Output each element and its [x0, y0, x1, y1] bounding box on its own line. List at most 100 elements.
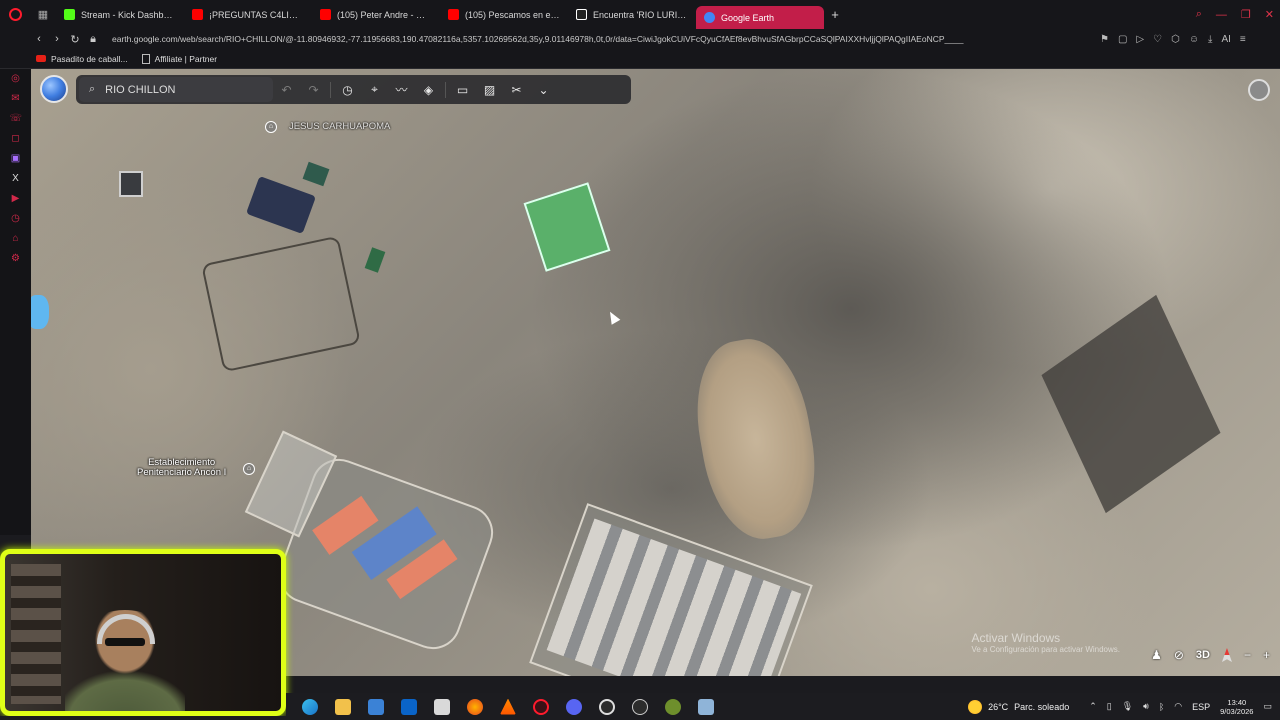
store-icon[interactable] — [368, 698, 384, 715]
3d-toggle-button[interactable]: 3D — [1196, 649, 1210, 661]
draw-path-icon[interactable]: 〰 — [388, 75, 415, 104]
image-capture-icon[interactable]: ▨ — [476, 75, 503, 104]
bookmark-label: Affiliate | Partner — [154, 53, 218, 64]
reload-icon[interactable]: ↻ — [66, 33, 84, 46]
snapshot-icon[interactable]: ▢ — [1118, 34, 1127, 45]
outlook-icon[interactable] — [401, 698, 417, 715]
chevron-up-icon[interactable]: ⌃ — [1089, 701, 1097, 712]
bookmark-affiliate[interactable]: Affiliate | Partner — [141, 53, 218, 64]
new-tab-button[interactable]: + — [824, 7, 846, 22]
whatsapp-icon[interactable]: ☏ — [10, 113, 23, 125]
location-disabled-icon[interactable]: ⊘ — [1174, 648, 1184, 662]
youtube-icon — [36, 55, 46, 62]
undo-icon[interactable]: ↶ — [273, 75, 300, 104]
address-bar-actions: ⚑ ▢ ▷ ♡ ⬡ ☺ ⤓ AI ≡ — [1100, 34, 1246, 45]
history-icon[interactable]: ◷ — [10, 213, 22, 225]
tab-tiktok-rio-lurin[interactable]: Encuentra 'RIO LURIN PE — [568, 0, 696, 29]
bluetooth-icon[interactable]: ᛒ — [1159, 702, 1164, 712]
play-icon[interactable]: ▷ — [1136, 34, 1144, 45]
owner-pin-icon[interactable]: ⌂ — [265, 121, 277, 133]
x-icon[interactable]: X — [10, 173, 22, 185]
zoom-out-button[interactable]: − — [1244, 648, 1251, 662]
minimize-icon[interactable]: — — [1216, 9, 1227, 21]
back-icon[interactable]: ‹ — [30, 33, 48, 45]
youtube-icon — [320, 9, 331, 20]
google-earth-icon — [704, 12, 715, 23]
bookmark-icon[interactable]: ⚑ — [1100, 34, 1109, 45]
forward-icon[interactable]: › — [48, 33, 66, 45]
discord-icon[interactable] — [566, 698, 582, 715]
microphone-icon[interactable]: 🎙︎ — [1122, 701, 1133, 712]
url-field[interactable]: earth.google.com/web/search/RIO+CHILLON/… — [112, 34, 1092, 44]
maximize-icon[interactable]: ❐ — [1241, 8, 1251, 21]
profile-icon[interactable]: ☺ — [1189, 34, 1199, 45]
window-controls: ⌕ — ❐ ✕ — [1196, 0, 1274, 29]
notifications-icon[interactable]: ▭ — [1263, 701, 1272, 712]
aria-ai-icon[interactable]: AI — [1221, 34, 1230, 45]
opera-taskbar-icon[interactable] — [533, 698, 549, 715]
opera-sidebar: ◎ ✉ ☏ ◻ ▣ X ▶ ◷ ⌂ ⚙ — [0, 69, 31, 535]
player-icon[interactable]: ▶ — [10, 193, 22, 205]
extensions-icon[interactable]: ⬡ — [1171, 34, 1180, 45]
instagram-icon[interactable]: ◻ — [10, 133, 22, 145]
menu-icon[interactable]: ≡ — [1240, 34, 1246, 45]
clock[interactable]: 13:40 9/03/2026 — [1220, 698, 1253, 716]
tab-youtube-peter-andre[interactable]: (105) Peter Andre - Myste — [312, 0, 440, 29]
prison-pin-icon[interactable]: ⌂ — [243, 463, 255, 475]
bookmarks-bar: Pasadito de caball... Affiliate | Partne… — [0, 49, 1280, 69]
speaker-icon[interactable]: 🔊︎ — [1143, 701, 1149, 712]
language-indicator[interactable]: ESP — [1192, 702, 1210, 712]
obs-icon[interactable] — [599, 698, 615, 715]
layers-icon[interactable]: ◈ — [415, 75, 442, 104]
weather-widget[interactable]: 26°C Parc. soleado — [968, 699, 1069, 714]
aria-icon[interactable]: ◎ — [10, 73, 22, 85]
add-placemark-icon[interactable]: ⌖ — [361, 75, 388, 104]
avatar[interactable] — [1248, 79, 1270, 101]
vlc-icon[interactable] — [500, 698, 516, 715]
wifi-icon[interactable]: ◠ — [1174, 701, 1182, 712]
historical-imagery-icon[interactable]: ◷ — [334, 75, 361, 104]
file-explorer-icon[interactable] — [335, 698, 351, 715]
tab-overview-icon[interactable]: ▦ — [30, 0, 56, 29]
search-input[interactable] — [105, 83, 256, 96]
tools-icon[interactable]: ✂ — [503, 75, 530, 104]
redo-icon[interactable]: ↷ — [300, 75, 327, 104]
watermark-subtitle: Ve a Configuración para activar Windows. — [971, 645, 1120, 654]
network-icon[interactable]: ▯ — [1107, 701, 1112, 712]
media-player-icon[interactable] — [632, 698, 648, 715]
download-icon[interactable]: ⤓ — [1208, 34, 1212, 45]
app-green-icon[interactable] — [665, 698, 681, 715]
lock-icon: 🔒︎ — [90, 32, 96, 45]
youtube-icon — [448, 9, 459, 20]
earth-globe-button[interactable] — [40, 75, 68, 103]
edge-icon[interactable] — [302, 698, 318, 715]
football-field — [523, 182, 611, 272]
close-icon[interactable]: ✕ — [1265, 8, 1274, 21]
compass-icon[interactable] — [1221, 648, 1232, 662]
pinboard-icon[interactable]: ⌂ — [10, 233, 22, 245]
pegman-icon[interactable]: ♟ — [1151, 648, 1162, 662]
measure-icon[interactable]: ▭ — [449, 75, 476, 104]
heart-icon[interactable]: ♡ — [1153, 34, 1162, 45]
notepad-icon[interactable] — [434, 698, 450, 715]
activate-windows-watermark: Activar Windows Ve a Configuración para … — [971, 631, 1120, 654]
bookmark-pasadito[interactable]: Pasadito de caball... — [36, 54, 128, 64]
tab-kick-dashboard[interactable]: Stream - Kick Dashboard — [56, 0, 184, 29]
search-tabs-icon[interactable]: ⌕ — [1196, 8, 1202, 21]
messenger-icon[interactable]: ✉ — [10, 93, 22, 105]
tab-title: Stream - Kick Dashboard — [81, 9, 176, 20]
chevron-down-icon[interactable]: ⌄ — [530, 75, 557, 104]
opera-logo-icon[interactable] — [0, 0, 30, 29]
kick-icon — [64, 9, 75, 20]
firefox-icon[interactable] — [467, 698, 483, 715]
tab-youtube-pescamos[interactable]: (105) Pescamos en el Rio — [440, 0, 568, 29]
water-tank — [119, 171, 143, 197]
search-box[interactable]: ⌕ — [79, 77, 273, 102]
tab-youtube-preguntas[interactable]: ¡PREGUNTAS C4LINETES — [184, 0, 312, 29]
app-blue-icon[interactable] — [698, 698, 714, 715]
settings-icon[interactable]: ⚙ — [10, 253, 22, 265]
tab-google-earth[interactable]: Google Earth — [696, 6, 824, 29]
twitch-icon[interactable]: ▣ — [10, 153, 22, 165]
system-tray: 26°C Parc. soleado ⌃ ▯ 🎙︎ 🔊︎ ᛒ ◠ ESP 13:… — [968, 693, 1272, 720]
zoom-in-button[interactable]: + — [1263, 648, 1270, 662]
